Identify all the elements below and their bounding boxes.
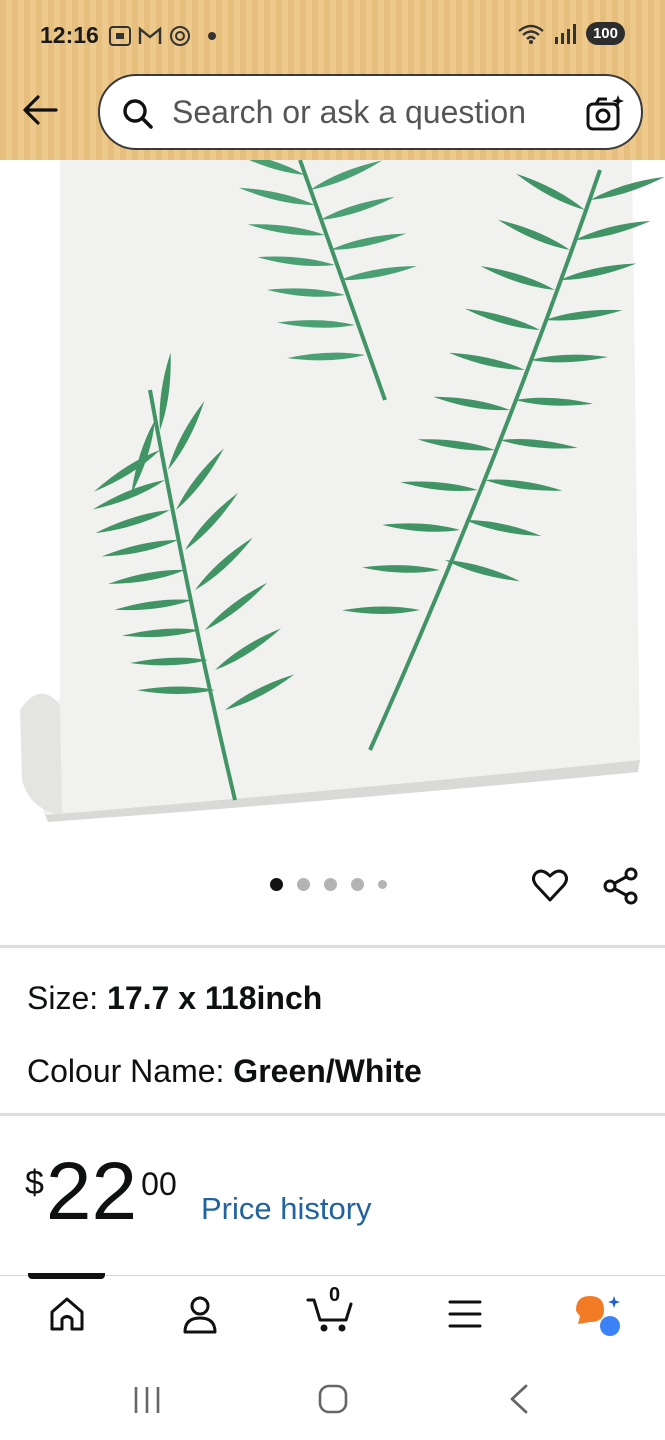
price: $ 22 00	[25, 1150, 177, 1234]
system-navigation-bar	[0, 1355, 665, 1440]
active-tab-indicator	[28, 1273, 105, 1279]
signal-icon	[554, 23, 576, 44]
screenshot-icon	[109, 26, 131, 46]
app-header: 12:16 100 Search or ask a question	[0, 0, 665, 160]
divider	[0, 1113, 665, 1116]
status-notification-icons	[108, 24, 216, 48]
back-nav-icon[interactable]	[506, 1383, 534, 1415]
price-symbol: $	[25, 1164, 44, 1202]
colour-value: Green/White	[233, 1053, 422, 1089]
wallpaper-roll-image	[20, 160, 665, 822]
price-fraction: 00	[141, 1166, 177, 1202]
divider	[0, 945, 665, 948]
bottom-nav: 0	[0, 1273, 665, 1355]
home-button-icon[interactable]	[317, 1383, 349, 1415]
search-icon	[123, 99, 153, 129]
carousel-dot[interactable]	[351, 878, 364, 891]
more-notifications-dot	[208, 32, 216, 40]
size-variation[interactable]: Size: 17.7 x 118inch	[27, 980, 322, 1017]
colour-label: Colour Name:	[27, 1053, 234, 1089]
menu-icon[interactable]	[447, 1298, 483, 1330]
share-icon[interactable]	[601, 866, 641, 906]
battery-indicator: 100	[585, 22, 625, 45]
size-value: 17.7 x 118inch	[107, 980, 323, 1016]
account-icon[interactable]	[181, 1294, 219, 1336]
carousel-dot[interactable]	[324, 878, 337, 891]
camera-sparkle-icon[interactable]	[585, 94, 625, 132]
colour-variation[interactable]: Colour Name: Green/White	[27, 1053, 422, 1090]
wifi-icon	[518, 24, 544, 44]
carousel-dot[interactable]	[297, 878, 310, 891]
carousel-dot[interactable]	[270, 878, 283, 891]
product-image[interactable]	[0, 160, 665, 850]
status-system-icons: 100	[516, 22, 625, 45]
search-input[interactable]: Search or ask a question	[98, 74, 643, 150]
carousel-dot[interactable]	[378, 880, 387, 889]
price-history-link[interactable]: Price history	[201, 1191, 372, 1227]
search-placeholder: Search or ask a question	[172, 94, 526, 130]
gmail-icon	[138, 26, 162, 44]
size-label: Size:	[27, 980, 108, 1016]
cart-count: 0	[329, 1284, 341, 1306]
chatgpt-icon	[170, 26, 190, 46]
status-bar: 12:16 100	[0, 0, 665, 70]
heart-icon[interactable]	[531, 866, 569, 904]
status-time: 12:16	[40, 22, 99, 48]
cart-button[interactable]: 0	[306, 1284, 358, 1336]
arrow-left-icon[interactable]	[20, 92, 60, 128]
image-carousel-dots[interactable]	[270, 878, 387, 891]
price-whole: 22	[45, 1146, 138, 1237]
rufus-assistant-icon[interactable]	[574, 1294, 624, 1338]
home-icon[interactable]	[47, 1294, 87, 1334]
recent-apps-icon[interactable]	[131, 1385, 163, 1415]
